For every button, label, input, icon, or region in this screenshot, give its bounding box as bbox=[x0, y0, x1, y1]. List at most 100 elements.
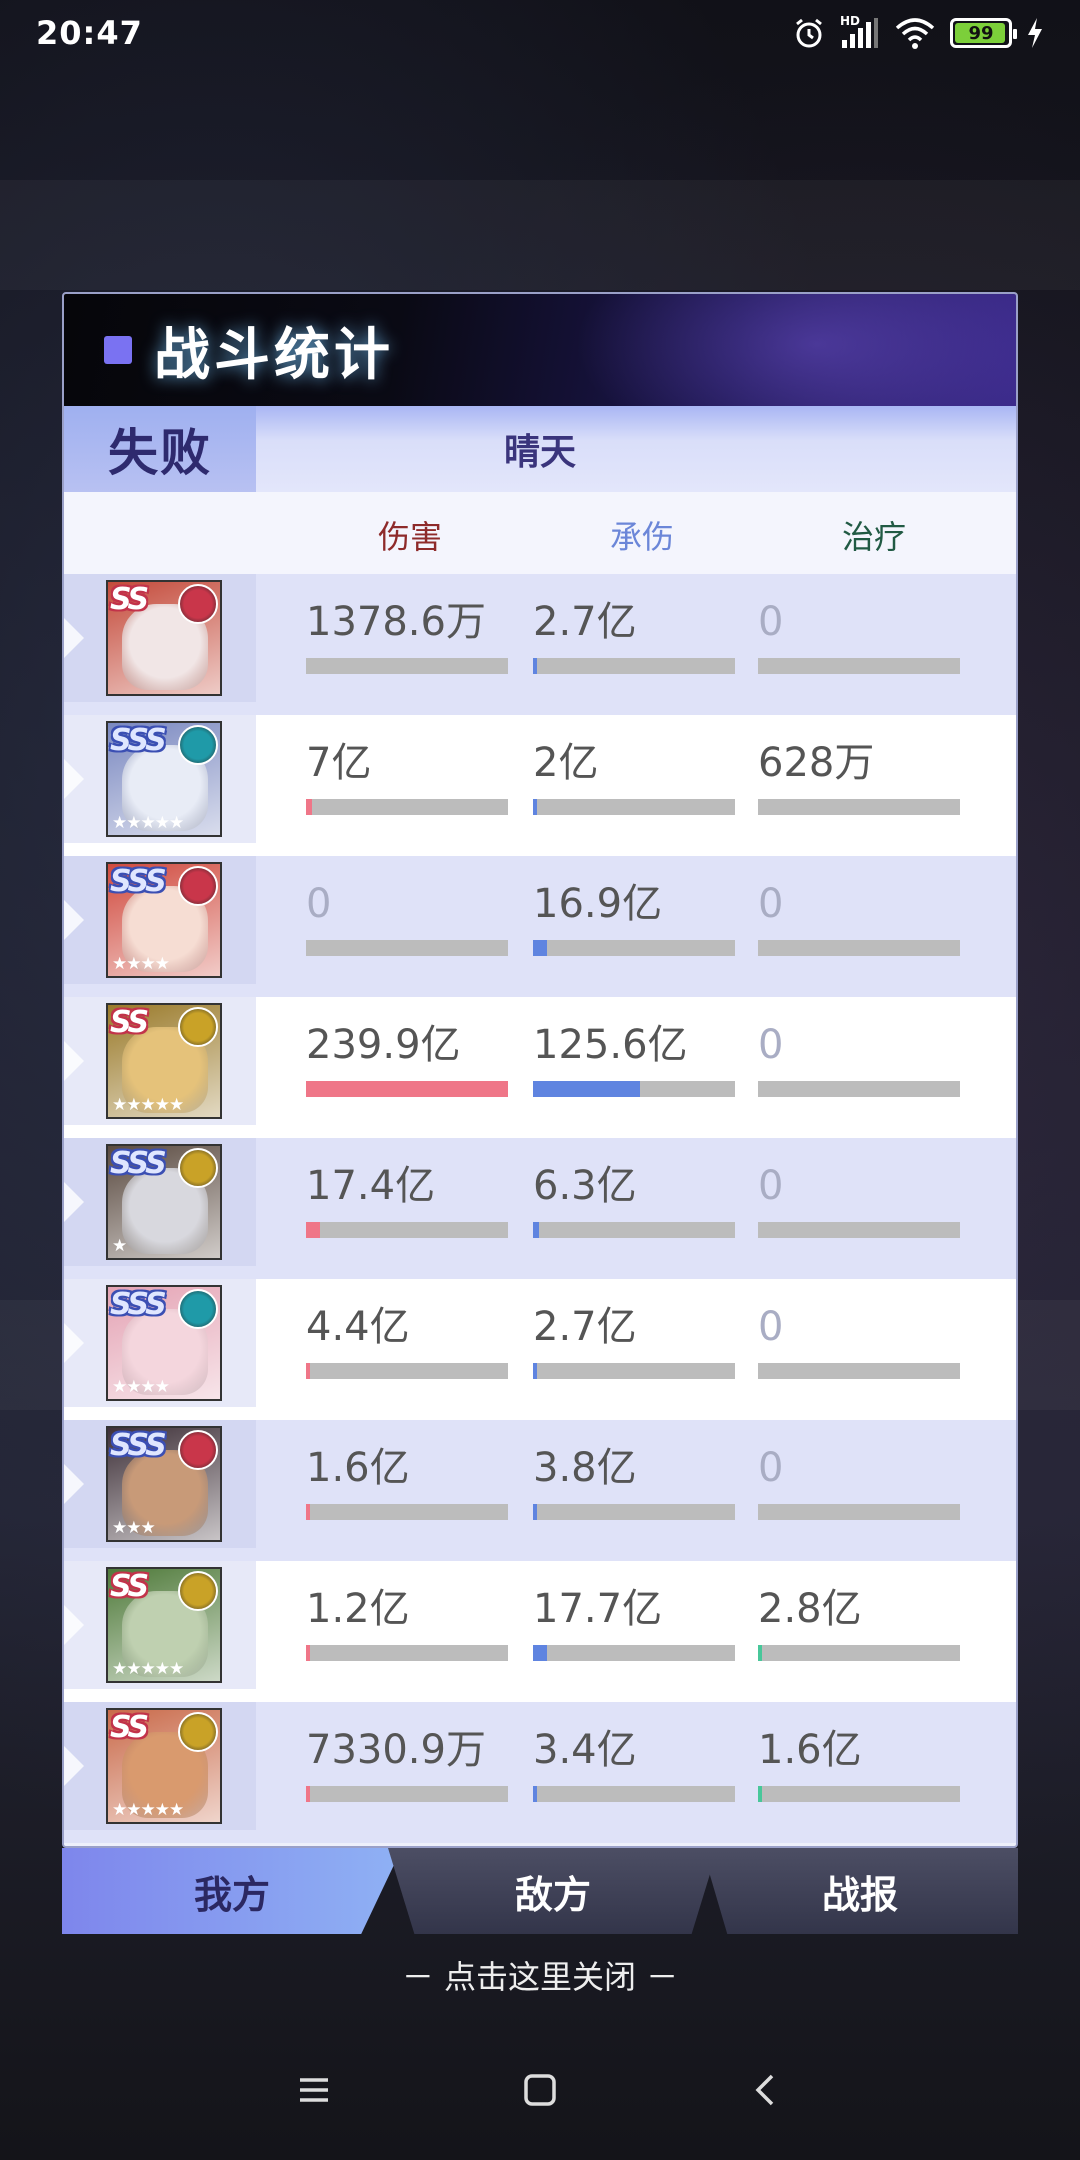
heal-bar bbox=[758, 1363, 960, 1379]
tank-value: 2亿 bbox=[533, 740, 599, 786]
hero-portrait[interactable]: SSS ★★★★ bbox=[106, 862, 222, 978]
damage-cell: 1378.6万 bbox=[306, 598, 508, 674]
hero-stats-list: SS 1378.6万 2.7亿 0 SSS ★★★★★ 7亿 2亿 628万 SSS ★★★★ 0 16… bbox=[64, 574, 1016, 1843]
hero-row[interactable]: SS ★★★★★ 239.9亿 125.6亿 0 bbox=[64, 997, 1016, 1138]
back-icon[interactable] bbox=[748, 2072, 784, 2108]
heal-cell: 0 bbox=[758, 880, 960, 956]
damage-bar bbox=[306, 1222, 508, 1238]
battle-stats-panel: 战斗统计 失败 晴天 伤害 承伤 治疗 SS 1378.6万 2.7亿 0 SSS ★★★… bbox=[62, 292, 1018, 1848]
heal-bar bbox=[758, 1786, 960, 1802]
row-arrow-icon bbox=[64, 1464, 84, 1504]
hero-row[interactable]: SSS ★★★★★ 7亿 2亿 628万 bbox=[64, 715, 1016, 856]
hero-portrait[interactable]: SSS ★★★ bbox=[106, 1426, 222, 1542]
heal-cell: 0 bbox=[758, 598, 960, 674]
hero-portrait[interactable]: SS ★★★★★ bbox=[106, 1003, 222, 1119]
heal-value: 0 bbox=[758, 1022, 784, 1068]
hero-portrait-cell: SS ★★★★★ bbox=[64, 997, 256, 1125]
damage-bar-fill bbox=[306, 1504, 311, 1520]
hero-portrait[interactable]: SSS ★ bbox=[106, 1144, 222, 1260]
hero-portrait[interactable]: SS ★★★★★ bbox=[106, 1708, 222, 1824]
damage-cell: 7330.9万 bbox=[306, 1726, 508, 1802]
tank-cell: 6.3亿 bbox=[533, 1162, 735, 1238]
damage-bar bbox=[306, 1645, 508, 1661]
menu-icon[interactable] bbox=[296, 2072, 332, 2108]
hero-row[interactable]: SSS ★★★★ 4.4亿 2.7亿 0 bbox=[64, 1279, 1016, 1420]
tab-ours[interactable]: 我方 bbox=[62, 1848, 402, 1934]
hero-row[interactable]: SS ★★★★★ 7330.9万 3.4亿 1.6亿 bbox=[64, 1702, 1016, 1843]
tank-bar-fill bbox=[533, 799, 538, 815]
heal-cell: 0 bbox=[758, 1444, 960, 1520]
tank-cell: 2亿 bbox=[533, 739, 735, 815]
tank-cell: 2.7亿 bbox=[533, 1303, 735, 1379]
signal-icon: HD bbox=[840, 14, 880, 50]
tank-cell: 2.7亿 bbox=[533, 598, 735, 674]
hero-row[interactable]: SSS ★★★ 1.6亿 3.8亿 0 bbox=[64, 1420, 1016, 1561]
status-icons: HD 99 bbox=[792, 14, 1044, 50]
heal-cell: 0 bbox=[758, 1303, 960, 1379]
heal-bar bbox=[758, 1504, 960, 1520]
damage-bar bbox=[306, 658, 508, 674]
tab-enemy[interactable]: 敌方 bbox=[388, 1848, 718, 1934]
hero-portrait-cell: SS ★★★★★ bbox=[64, 1561, 256, 1689]
heal-cell: 0 bbox=[758, 1162, 960, 1238]
panel-tabs: 我方 敌方 战报 bbox=[62, 1848, 1018, 1934]
hero-portrait-cell: SS ★★★★★ bbox=[64, 1702, 256, 1830]
hero-portrait[interactable]: SSS ★★★★★ bbox=[106, 721, 222, 837]
damage-value: 7亿 bbox=[306, 740, 372, 786]
tank-bar-fill bbox=[533, 1363, 538, 1379]
tank-cell: 16.9亿 bbox=[533, 880, 735, 956]
heal-bar bbox=[758, 658, 960, 674]
close-hint[interactable]: － 点击这里关闭 － bbox=[0, 1952, 1080, 1998]
weather-label: 晴天 bbox=[504, 432, 577, 473]
damage-value: 17.4亿 bbox=[306, 1163, 436, 1209]
tank-bar-fill bbox=[533, 1222, 540, 1238]
row-arrow-icon bbox=[64, 1041, 84, 1081]
row-arrow-icon bbox=[64, 618, 84, 658]
row-arrow-icon bbox=[64, 1605, 84, 1645]
tank-bar-fill bbox=[533, 1786, 538, 1802]
faction-icon bbox=[178, 866, 218, 906]
tank-bar bbox=[533, 1645, 735, 1661]
hero-row[interactable]: SS 1378.6万 2.7亿 0 bbox=[64, 574, 1016, 715]
hero-portrait-cell: SSS ★ bbox=[64, 1138, 256, 1266]
hero-portrait[interactable]: SS ★★★★★ bbox=[106, 1567, 222, 1683]
heal-value: 628万 bbox=[758, 740, 875, 786]
faction-icon bbox=[178, 725, 218, 765]
damage-value: 0 bbox=[306, 881, 332, 927]
hero-grade-badge: SSS bbox=[110, 1428, 167, 1463]
tank-value: 16.9亿 bbox=[533, 881, 663, 927]
column-tank: 承伤 bbox=[610, 518, 675, 556]
tank-value: 125.6亿 bbox=[533, 1022, 688, 1068]
faction-icon bbox=[178, 1571, 218, 1611]
tank-bar bbox=[533, 799, 735, 815]
hero-portrait[interactable]: SSS ★★★★ bbox=[106, 1285, 222, 1401]
damage-value: 1378.6万 bbox=[306, 599, 486, 645]
panel-title: 战斗统计 bbox=[154, 322, 394, 388]
damage-cell: 0 bbox=[306, 880, 508, 956]
hero-stars: ★★★★★ bbox=[112, 813, 184, 833]
damage-value: 239.9亿 bbox=[306, 1022, 461, 1068]
heal-cell: 1.6亿 bbox=[758, 1726, 960, 1802]
heal-value: 0 bbox=[758, 599, 784, 645]
charging-icon bbox=[1026, 17, 1044, 49]
damage-value: 4.4亿 bbox=[306, 1304, 410, 1350]
damage-bar bbox=[306, 1081, 508, 1097]
hero-row[interactable]: SS ★★★★★ 1.2亿 17.7亿 2.8亿 bbox=[64, 1561, 1016, 1702]
hero-row[interactable]: SSS ★ 17.4亿 6.3亿 0 bbox=[64, 1138, 1016, 1279]
heal-value: 2.8亿 bbox=[758, 1586, 862, 1632]
column-heal: 治疗 bbox=[842, 518, 907, 556]
damage-bar bbox=[306, 1363, 508, 1379]
hero-row[interactable]: SSS ★★★★ 0 16.9亿 0 bbox=[64, 856, 1016, 997]
hero-grade-badge: SS bbox=[110, 1005, 149, 1040]
tank-bar bbox=[533, 1363, 735, 1379]
hero-portrait[interactable]: SS bbox=[106, 580, 222, 696]
hero-stars: ★★★ bbox=[112, 1518, 156, 1538]
home-icon[interactable] bbox=[522, 2072, 558, 2108]
tab-report[interactable]: 战报 bbox=[702, 1848, 1018, 1934]
damage-bar bbox=[306, 940, 508, 956]
row-arrow-icon bbox=[64, 759, 84, 799]
hero-portrait-cell: SSS ★★★ bbox=[64, 1420, 256, 1548]
tank-value: 3.4亿 bbox=[533, 1727, 637, 1773]
faction-icon bbox=[178, 1289, 218, 1329]
tank-bar bbox=[533, 1504, 735, 1520]
